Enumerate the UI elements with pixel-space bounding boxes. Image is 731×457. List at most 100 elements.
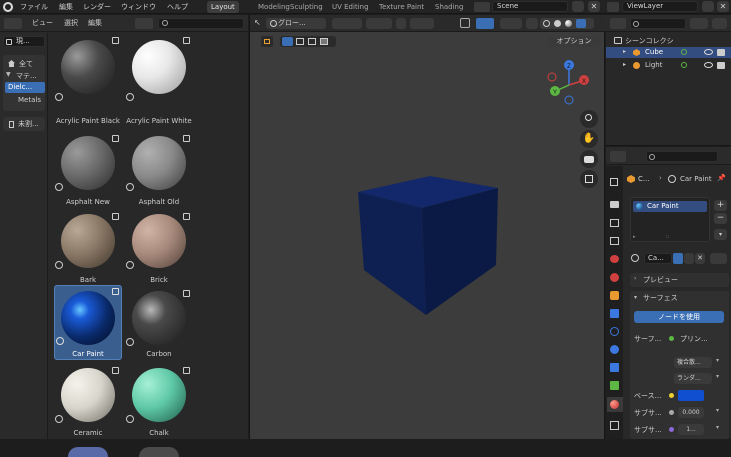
- remove-scene-icon[interactable]: ✕: [588, 1, 600, 12]
- expand-arrow-icon[interactable]: ▼: [6, 71, 11, 78]
- options-dropdown[interactable]: オプション: [547, 36, 601, 47]
- tab-sculpting[interactable]: Sculpting: [286, 1, 327, 13]
- physics-tab-icon[interactable]: [610, 345, 619, 354]
- editor-type-icon[interactable]: [4, 18, 22, 29]
- menu-help[interactable]: ヘルプ: [167, 0, 188, 14]
- scene-tab-icon[interactable]: [610, 255, 619, 263]
- expand-arrow-icon[interactable]: ▾: [634, 294, 637, 301]
- editor-type-icon[interactable]: [610, 18, 626, 29]
- visibility-icon[interactable]: [460, 18, 470, 28]
- cube-object[interactable]: [350, 170, 500, 320]
- world-tab-icon[interactable]: [610, 273, 619, 282]
- tab-uv-editing[interactable]: UV Editing: [328, 1, 373, 13]
- select-extend-icon[interactable]: [296, 38, 304, 45]
- material-tile-car-paint[interactable]: Car Paint: [54, 285, 122, 360]
- view-layer-tab-icon[interactable]: [610, 237, 619, 245]
- xray-icon[interactable]: [526, 18, 538, 29]
- duplicate-material-icon[interactable]: [684, 253, 694, 264]
- outliner-row-light[interactable]: ▸ Light: [606, 60, 731, 71]
- menu-select[interactable]: 選択: [64, 16, 78, 30]
- editor-type-icon[interactable]: [610, 151, 626, 162]
- tab-layout[interactable]: Layout: [207, 1, 239, 13]
- catalog-metals[interactable]: Metals: [18, 96, 41, 104]
- pin-icon[interactable]: 📌: [717, 174, 726, 182]
- falloff-dropdown[interactable]: [410, 18, 434, 29]
- perspective-grid-icon[interactable]: [580, 170, 598, 188]
- menu-edit[interactable]: 編集: [59, 0, 73, 14]
- render-tab-icon[interactable]: [610, 201, 619, 208]
- preview-panel-header[interactable]: › プレビュー: [630, 273, 729, 287]
- edit-icon[interactable]: [112, 367, 119, 374]
- material-tile-acrylic-black[interactable]: [54, 35, 122, 107]
- overlay-dropdown[interactable]: [500, 18, 522, 29]
- pan-hand-icon[interactable]: ✋: [580, 130, 598, 148]
- edit-icon[interactable]: [183, 37, 190, 44]
- solid-shading-icon[interactable]: [554, 20, 561, 27]
- catalog-unassigned[interactable]: 未割...: [18, 119, 39, 129]
- snap-dropdown[interactable]: [366, 18, 392, 29]
- eye-icon[interactable]: [704, 49, 713, 55]
- menu-file[interactable]: ファイル: [20, 0, 48, 14]
- material-tile-brick[interactable]: [125, 211, 193, 273]
- list-resize-handle[interactable]: ::: [666, 234, 669, 240]
- material-tile-asphalt-new[interactable]: [54, 133, 122, 195]
- catalog-dielectric[interactable]: Dielc...: [5, 82, 45, 93]
- pivot-dropdown[interactable]: [332, 18, 362, 29]
- menu-edit-assets[interactable]: 編集: [88, 16, 102, 30]
- camera-render-icon[interactable]: [717, 62, 725, 69]
- viewlayer-field[interactable]: ViewLayer: [622, 1, 698, 12]
- new-scene-icon[interactable]: [572, 1, 584, 12]
- filter-funnel-icon[interactable]: [710, 253, 727, 264]
- select-subtract-icon[interactable]: [308, 38, 316, 45]
- tab-shading[interactable]: Shading: [431, 1, 467, 13]
- material-tile-acrylic-white[interactable]: [125, 35, 193, 107]
- edit-icon[interactable]: [112, 213, 119, 220]
- output-tab-icon[interactable]: [610, 219, 619, 227]
- menu-render[interactable]: レンダー: [83, 0, 111, 14]
- material-tile-asphalt-old[interactable]: [125, 133, 193, 195]
- edit-icon[interactable]: [183, 213, 190, 220]
- viewlayer-icon[interactable]: [607, 2, 619, 12]
- proportional-icon[interactable]: [396, 18, 406, 29]
- material-tile-chalk[interactable]: [125, 365, 193, 427]
- subsurface-value[interactable]: 0.000: [678, 407, 704, 418]
- material-preview-partial[interactable]: [139, 447, 179, 457]
- subsurface-radius-value[interactable]: 1...: [678, 424, 704, 435]
- remove-viewlayer-icon[interactable]: ✕: [717, 1, 729, 12]
- navigation-gizmo[interactable]: Z X Y: [546, 55, 592, 105]
- scene-field[interactable]: Scene: [492, 1, 568, 12]
- edit-icon[interactable]: [112, 135, 119, 142]
- catalog-materials[interactable]: マテ...: [16, 71, 37, 81]
- wireframe-shading-icon[interactable]: [543, 20, 550, 27]
- tool-settings-toggle[interactable]: [261, 36, 273, 47]
- menu-view[interactable]: ビュー: [32, 16, 53, 30]
- scene-icon[interactable]: [474, 2, 490, 12]
- remove-slot-icon[interactable]: −: [714, 213, 727, 224]
- object-tab-icon[interactable]: [610, 291, 619, 300]
- material-browse-icon[interactable]: [630, 253, 642, 264]
- material-preview-partial[interactable]: [68, 447, 108, 457]
- menu-window[interactable]: ウィンドウ: [121, 0, 156, 14]
- eye-icon[interactable]: [704, 62, 713, 68]
- slot-menu-icon[interactable]: ▾: [714, 229, 727, 240]
- expand-arrow-icon[interactable]: ▸: [623, 48, 626, 55]
- material-tile-carbon[interactable]: [125, 288, 193, 350]
- multiscatter-dropdown[interactable]: 複合散...: [674, 357, 712, 368]
- catalog-all[interactable]: 全て: [19, 59, 33, 69]
- surface-shader-value[interactable]: プリン...: [680, 334, 708, 344]
- outliner-row-cube[interactable]: ▸ Cube: [606, 47, 731, 58]
- new-viewlayer-icon[interactable]: [702, 1, 714, 12]
- new-collection-icon[interactable]: [712, 18, 727, 29]
- camera-view-icon[interactable]: [580, 150, 598, 168]
- constraints-tab-icon[interactable]: [610, 363, 619, 372]
- select-new-icon[interactable]: [282, 37, 293, 46]
- material-slot-row[interactable]: Car Paint: [633, 201, 707, 212]
- blender-logo-icon[interactable]: [3, 2, 13, 12]
- zoom-icon[interactable]: [580, 110, 598, 128]
- material-shading-icon[interactable]: [565, 20, 572, 27]
- unlink-material-icon[interactable]: ✕: [695, 253, 705, 264]
- material-tile-bark[interactable]: [54, 211, 122, 273]
- display-mode-icon[interactable]: [135, 18, 153, 29]
- list-expand-icon[interactable]: ▸: [633, 234, 636, 240]
- use-nodes-button[interactable]: ノードを使用: [634, 311, 724, 323]
